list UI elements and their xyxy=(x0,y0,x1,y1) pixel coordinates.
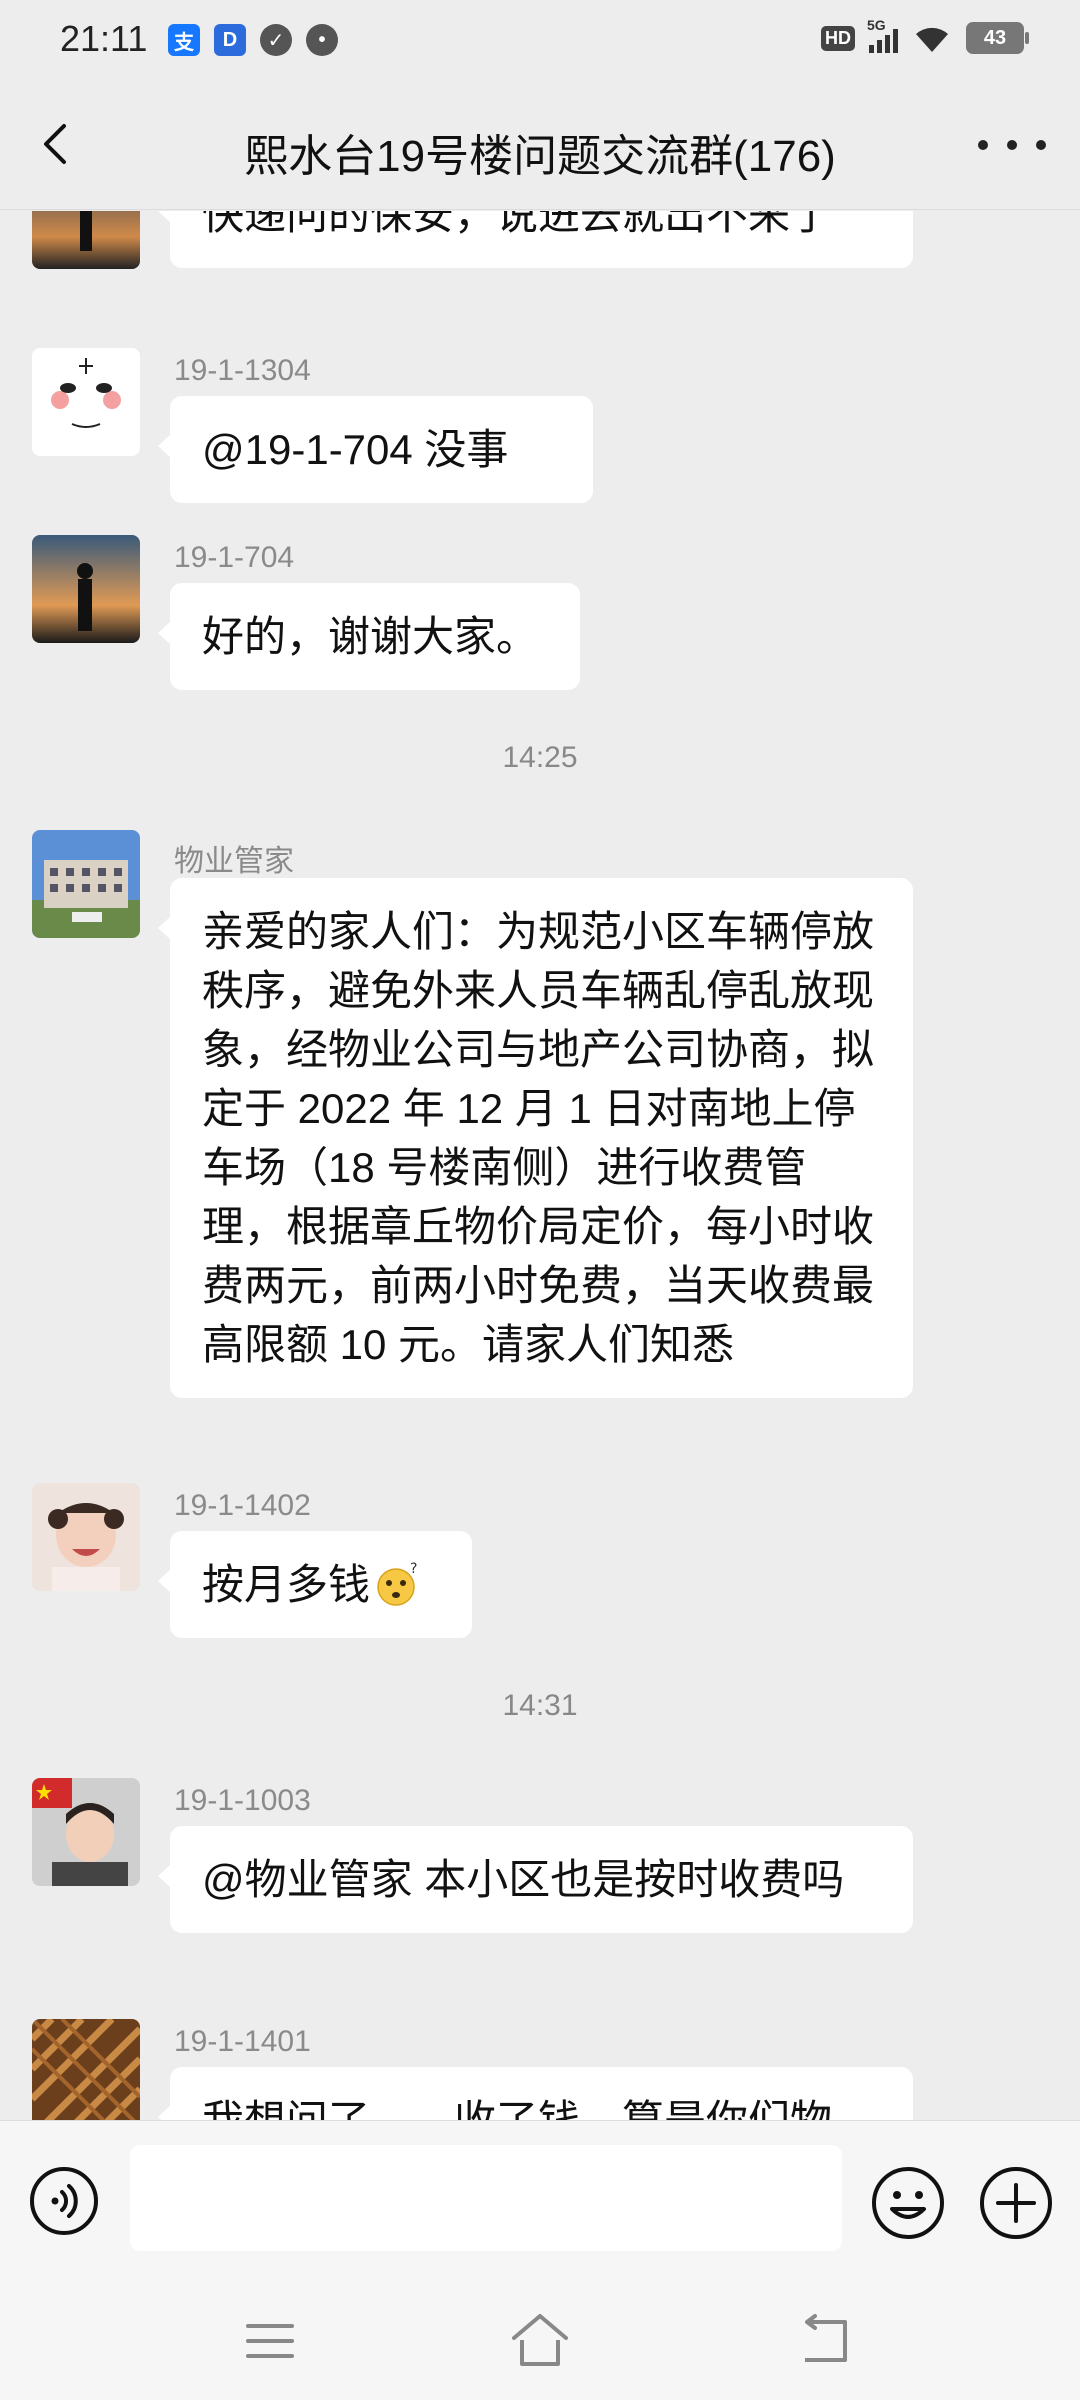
hd-badge: HD xyxy=(821,25,855,51)
system-navigation-bar xyxy=(0,2280,1080,2400)
voice-input-button[interactable] xyxy=(28,2165,100,2237)
plus-circle-icon xyxy=(980,2167,1052,2239)
avatar[interactable] xyxy=(32,2019,140,2120)
smiley-icon xyxy=(872,2167,944,2239)
message-input[interactable] xyxy=(130,2145,842,2251)
avatar[interactable] xyxy=(32,1778,140,1886)
message-text: 按月多钱 xyxy=(202,1561,371,1608)
home-button[interactable] xyxy=(508,2310,572,2370)
message-bubble[interactable]: 好的，谢谢大家。 xyxy=(158,583,580,690)
dot-icon xyxy=(1036,140,1046,150)
confused-emoji-icon: ? xyxy=(377,1561,417,1606)
more-functions-button[interactable] xyxy=(978,2165,1054,2241)
message-bubble[interactable]: @19-1-704 没事 xyxy=(158,396,593,503)
dot-icon xyxy=(978,140,988,150)
wifi-icon xyxy=(916,27,948,52)
avatar[interactable] xyxy=(32,211,140,269)
voice-icon xyxy=(30,2167,98,2235)
avatar[interactable] xyxy=(32,348,140,456)
sender-name: 19-1-1003 xyxy=(174,1784,311,1817)
system-back-button[interactable] xyxy=(795,2312,855,2368)
more-options-button[interactable] xyxy=(978,120,1046,170)
sender-name: 19-1-1401 xyxy=(174,2025,311,2058)
battery-icon: 43 xyxy=(966,22,1029,54)
message-bubble[interactable]: 快递问的保安，说进去就出不来了 xyxy=(158,211,913,268)
svg-text:?: ? xyxy=(410,1561,417,1577)
sender-name: 19-1-704 xyxy=(174,541,295,574)
chat-header: 熙水台19号楼问题交流群(176) xyxy=(0,80,1080,210)
network-type: 5G xyxy=(867,17,886,33)
status-time: 21:11 xyxy=(60,18,148,59)
message-list[interactable]: 快递问的保安，说进去就出不来了 19-1-1304 @19-1-704 没事 1… xyxy=(0,211,1080,2120)
alipay-icon: 支 xyxy=(168,24,200,56)
status-bar: 21:11 支 D ✓ • HD 5G 43 xyxy=(0,0,1080,80)
sender-name: 物业管家 xyxy=(174,845,294,878)
sender-name: 19-1-1304 xyxy=(174,354,311,387)
avatar[interactable] xyxy=(32,830,140,938)
message-bubble[interactable]: @物业管家 本小区也是按时收费吗 xyxy=(158,1826,913,1933)
message-bubble[interactable]: 我想问了……收了钱，算是你们物 xyxy=(158,2067,913,2120)
dot-icon xyxy=(1007,140,1017,150)
notification-icons: 支 D ✓ • xyxy=(168,24,338,56)
signal-icon: 5G xyxy=(867,17,898,53)
recent-apps-button[interactable] xyxy=(240,2316,300,2366)
status-indicators: HD 5G 43 xyxy=(821,17,1029,54)
message-bubble[interactable]: 亲爱的家人们：为规范小区车辆停放秩序，避免外来人员车辆乱停乱放现象，经物业公司与… xyxy=(158,878,913,1398)
return-icon xyxy=(805,2314,847,2362)
menu-icon xyxy=(246,2324,294,2358)
timestamp-divider: 14:25 xyxy=(502,741,578,774)
page-title: 熙水台19号楼问题交流群(176) xyxy=(244,132,836,181)
avatar[interactable] xyxy=(32,1483,140,1591)
chat-bubble-icon: • xyxy=(306,24,338,56)
app-d-icon: D xyxy=(214,24,246,56)
home-icon xyxy=(512,2314,568,2366)
sender-name: 19-1-1402 xyxy=(174,1489,311,1522)
message-bubble[interactable]: 按月多钱 ? xyxy=(158,1531,472,1638)
timestamp-divider: 14:31 xyxy=(502,1689,578,1722)
compass-icon: ✓ xyxy=(260,24,292,56)
chat-input-bar xyxy=(0,2120,1080,2280)
emoji-button[interactable] xyxy=(870,2165,946,2241)
avatar[interactable] xyxy=(32,535,140,643)
